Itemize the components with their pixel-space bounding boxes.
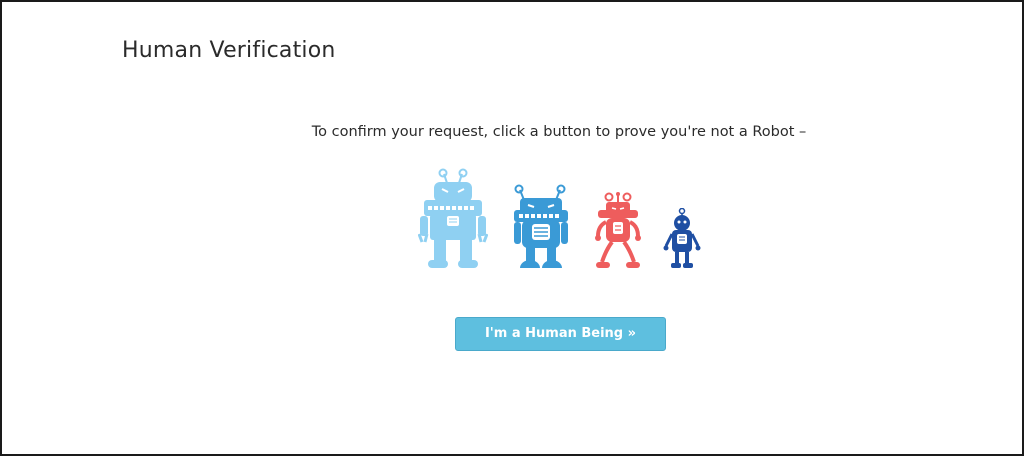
robots-illustration <box>412 168 712 272</box>
robot-tiny-icon <box>663 208 701 268</box>
robot-small-icon <box>595 192 641 268</box>
robot-medium-icon <box>514 184 568 268</box>
im-human-button[interactable]: I'm a Human Being » <box>455 317 666 351</box>
page-title: Human Verification <box>122 38 336 63</box>
verification-page: Human Verification To confirm your reque… <box>0 0 1024 456</box>
robot-large-icon <box>418 168 488 268</box>
instruction-text: To confirm your request, click a button … <box>311 124 807 140</box>
